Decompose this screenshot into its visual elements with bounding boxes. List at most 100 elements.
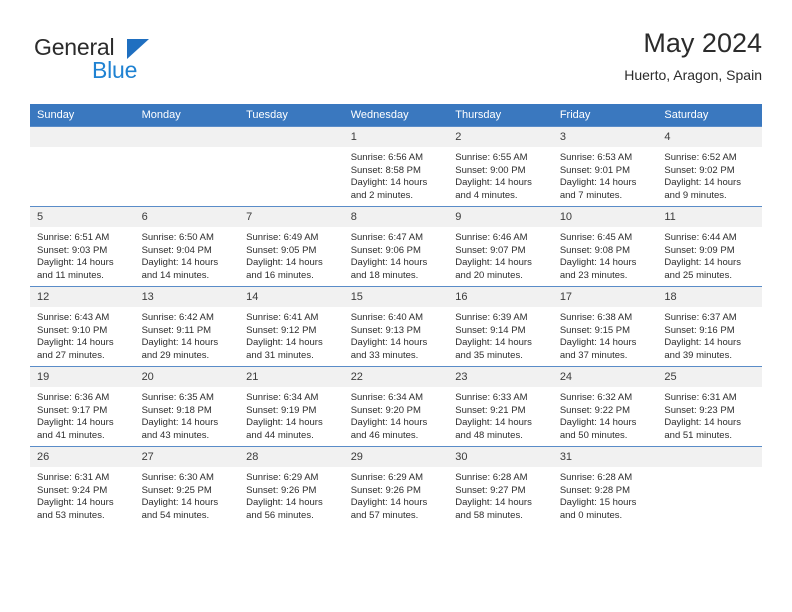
sunrise-text: Sunrise: 6:30 AM	[141, 472, 214, 483]
calendar-day-cell[interactable]: 5 Sunrise: 6:51 AM Sunset: 9:03 PM Daylight…	[30, 206, 135, 287]
sunset-text: Sunset: 9:06 PM	[350, 244, 421, 256]
day-number: 3	[552, 127, 658, 147]
calendar-day-cell[interactable]: 29 Sunrise: 6:29 AM Sunset: 9:26 PM Dayligh…	[343, 446, 449, 526]
daylight-text-line1: Daylight: 14 hours	[141, 417, 219, 429]
calendar-day-cell[interactable]: 30 Sunrise: 6:28 AM Sunset: 9:27 PM Dayligh…	[448, 446, 553, 526]
daylight-text-line1: Daylight: 14 hours	[559, 417, 637, 429]
calendar-day-cell[interactable]: 21 Sunrise: 6:34 AM Sunset: 9:19 PM Dayligh…	[239, 366, 344, 447]
day-number: 20	[134, 367, 240, 387]
day-sun-info: Sunrise: 6:49 AM Sunset: 9:05 PM Daylight:…	[239, 227, 344, 282]
sunset-text: Sunset: 9:22 PM	[559, 404, 631, 416]
daylight-text-line1: Daylight: 14 hours	[37, 337, 114, 349]
daylight-text-line2: and 50 minutes.	[559, 429, 628, 441]
daylight-text-line2: and 7 minutes.	[559, 189, 623, 201]
sunrise-text: Sunrise: 6:53 AM	[559, 152, 633, 163]
calendar-day-cell[interactable]: 12 Sunrise: 6:43 AM Sunset: 9:10 PM Dayligh…	[30, 286, 135, 367]
calendar-day-cell[interactable]: 17 Sunrise: 6:38 AM Sunset: 9:15 PM Dayligh…	[552, 286, 658, 367]
daylight-text-line1: Daylight: 14 hours	[141, 257, 219, 269]
calendar-day-cell[interactable]: 26 Sunrise: 6:31 AM Sunset: 9:24 PM Dayligh…	[30, 446, 135, 526]
daylight-text-line1: Daylight: 14 hours	[37, 497, 114, 509]
daylight-text-line1: Daylight: 14 hours	[559, 257, 637, 269]
calendar-day-cell[interactable]: 2 Sunrise: 6:55 AM Sunset: 9:00 PM Daylight…	[448, 126, 553, 207]
calendar-day-cell[interactable]: 19 Sunrise: 6:36 AM Sunset: 9:17 PM Dayligh…	[30, 366, 135, 447]
day-number: 16	[448, 287, 553, 307]
day-sun-info: Sunrise: 6:40 AM Sunset: 9:13 PM Daylight:…	[344, 307, 449, 362]
day-number: 30	[448, 447, 553, 467]
calendar-day-cell[interactable]: 6 Sunrise: 6:50 AM Sunset: 9:04 PM Daylight…	[134, 206, 240, 287]
daylight-text-line1: Daylight: 14 hours	[455, 257, 532, 269]
calendar-day-cell[interactable]: 25 Sunrise: 6:31 AM Sunset: 9:23 PM Dayligh…	[657, 366, 762, 447]
sunset-text: Sunset: 9:19 PM	[246, 404, 317, 416]
day-number: 24	[552, 367, 658, 387]
calendar-day-cell[interactable]: 22 Sunrise: 6:34 AM Sunset: 9:20 PM Dayligh…	[343, 366, 449, 447]
day-number: 12	[30, 287, 135, 307]
calendar-day-cell[interactable]: 14 Sunrise: 6:41 AM Sunset: 9:12 PM Dayligh…	[239, 286, 344, 367]
day-sun-info: Sunrise: 6:46 AM Sunset: 9:07 PM Daylight:…	[448, 227, 553, 282]
sunset-text: Sunset: 9:16 PM	[664, 324, 735, 336]
daylight-text-line2: and 58 minutes.	[455, 509, 523, 521]
daylight-text-line2: and 14 minutes.	[141, 269, 210, 281]
brand-logo[interactable]: General Blue	[30, 34, 250, 94]
calendar-day-cell[interactable]: 24 Sunrise: 6:32 AM Sunset: 9:22 PM Dayligh…	[552, 366, 658, 447]
calendar-day-cell[interactable]: 31 Sunrise: 6:28 AM Sunset: 9:28 PM Dayligh…	[552, 446, 658, 526]
day-sun-info: Sunrise: 6:29 AM Sunset: 9:26 PM Daylight:…	[239, 467, 344, 522]
weekday-header-monday: Monday	[134, 104, 240, 127]
sunrise-text: Sunrise: 6:28 AM	[559, 472, 633, 483]
calendar-day-cell[interactable]: 13 Sunrise: 6:42 AM Sunset: 9:11 PM Dayligh…	[134, 286, 240, 367]
daylight-text-line1: Daylight: 14 hours	[559, 177, 637, 189]
sunset-text: Sunset: 9:21 PM	[455, 404, 526, 416]
day-number: 25	[657, 367, 762, 387]
daylight-text-line2: and 43 minutes.	[141, 429, 210, 441]
sunset-text: Sunset: 9:15 PM	[559, 324, 631, 336]
day-sun-info: Sunrise: 6:35 AM Sunset: 9:18 PM Daylight:…	[135, 387, 240, 442]
brand-triangle-icon	[127, 39, 149, 59]
daylight-text-line2: and 2 minutes.	[350, 189, 414, 201]
calendar-day-cell[interactable]: 9 Sunrise: 6:46 AM Sunset: 9:07 PM Daylight…	[448, 206, 553, 287]
calendar-day-cell[interactable]: 10 Sunrise: 6:45 AM Sunset: 9:08 PM Dayligh…	[552, 206, 658, 287]
calendar-day-cell[interactable]: 15 Sunrise: 6:40 AM Sunset: 9:13 PM Dayligh…	[343, 286, 449, 367]
day-sun-info: Sunrise: 6:51 AM Sunset: 9:03 PM Daylight:…	[30, 227, 135, 282]
sunrise-text: Sunrise: 6:55 AM	[455, 152, 528, 163]
day-sun-info: Sunrise: 6:52 AM Sunset: 9:02 PM Daylight:…	[657, 147, 762, 202]
calendar-day-cell[interactable]: 28 Sunrise: 6:29 AM Sunset: 9:26 PM Dayligh…	[239, 446, 344, 526]
calendar-day-cell[interactable]: 8 Sunrise: 6:47 AM Sunset: 9:06 PM Daylight…	[343, 206, 449, 287]
calendar-day-cell[interactable]: 1 Sunrise: 6:56 AM Sunset: 8:58 PM Daylight…	[343, 126, 449, 207]
sunrise-text: Sunrise: 6:29 AM	[350, 472, 424, 483]
calendar-day-cell[interactable]: 11 Sunrise: 6:44 AM Sunset: 9:09 PM Dayligh…	[657, 206, 762, 287]
day-sun-info: Sunrise: 6:44 AM Sunset: 9:09 PM Daylight:…	[657, 227, 762, 282]
sunset-text: Sunset: 9:04 PM	[141, 244, 212, 256]
daylight-text-line1: Daylight: 14 hours	[246, 417, 323, 429]
weekday-header-thursday: Thursday	[448, 104, 553, 127]
calendar-day-cell[interactable]: 4 Sunrise: 6:52 AM Sunset: 9:02 PM Daylight…	[657, 126, 762, 207]
sunrise-text: Sunrise: 6:33 AM	[455, 392, 528, 403]
sunset-text: Sunset: 8:58 PM	[350, 164, 421, 176]
daylight-text-line2: and 39 minutes.	[664, 349, 732, 361]
calendar-day-cell[interactable]: 16 Sunrise: 6:39 AM Sunset: 9:14 PM Dayligh…	[448, 286, 553, 367]
day-number: 6	[134, 207, 240, 227]
day-number: 13	[134, 287, 240, 307]
day-number: 18	[657, 287, 762, 307]
daylight-text-line1: Daylight: 14 hours	[37, 257, 114, 269]
day-number: 10	[552, 207, 658, 227]
calendar-week-row: 19 Sunrise: 6:36 AM Sunset: 9:17 PM Dayligh…	[30, 366, 762, 447]
sunrise-text: Sunrise: 6:28 AM	[455, 472, 528, 483]
calendar-day-cell[interactable]: 3 Sunrise: 6:53 AM Sunset: 9:01 PM Daylight…	[552, 126, 658, 207]
calendar-day-cell[interactable]: 27 Sunrise: 6:30 AM Sunset: 9:25 PM Dayligh…	[134, 446, 240, 526]
calendar-day-cell-empty	[239, 126, 344, 207]
daylight-text-line1: Daylight: 14 hours	[350, 497, 428, 509]
calendar-day-cell[interactable]: 20 Sunrise: 6:35 AM Sunset: 9:18 PM Dayligh…	[134, 366, 240, 447]
day-sun-info: Sunrise: 6:53 AM Sunset: 9:01 PM Daylight:…	[553, 147, 658, 202]
sunset-text: Sunset: 9:27 PM	[455, 484, 526, 496]
sunrise-text: Sunrise: 6:46 AM	[455, 232, 528, 243]
calendar-day-cell[interactable]: 23 Sunrise: 6:33 AM Sunset: 9:21 PM Dayligh…	[448, 366, 553, 447]
day-sun-info: Sunrise: 6:28 AM Sunset: 9:27 PM Daylight:…	[448, 467, 553, 522]
calendar-day-cell[interactable]: 18 Sunrise: 6:37 AM Sunset: 9:16 PM Dayligh…	[657, 286, 762, 367]
daylight-text-line1: Daylight: 14 hours	[664, 177, 741, 189]
sunset-text: Sunset: 9:09 PM	[664, 244, 735, 256]
sunrise-text: Sunrise: 6:29 AM	[246, 472, 319, 483]
sunset-text: Sunset: 9:10 PM	[37, 324, 108, 336]
calendar-day-cell[interactable]: 7 Sunrise: 6:49 AM Sunset: 9:05 PM Daylight…	[239, 206, 344, 287]
day-sun-info: Sunrise: 6:32 AM Sunset: 9:22 PM Daylight:…	[553, 387, 658, 442]
daylight-text-line2: and 54 minutes.	[141, 509, 210, 521]
sunset-text: Sunset: 9:26 PM	[246, 484, 317, 496]
